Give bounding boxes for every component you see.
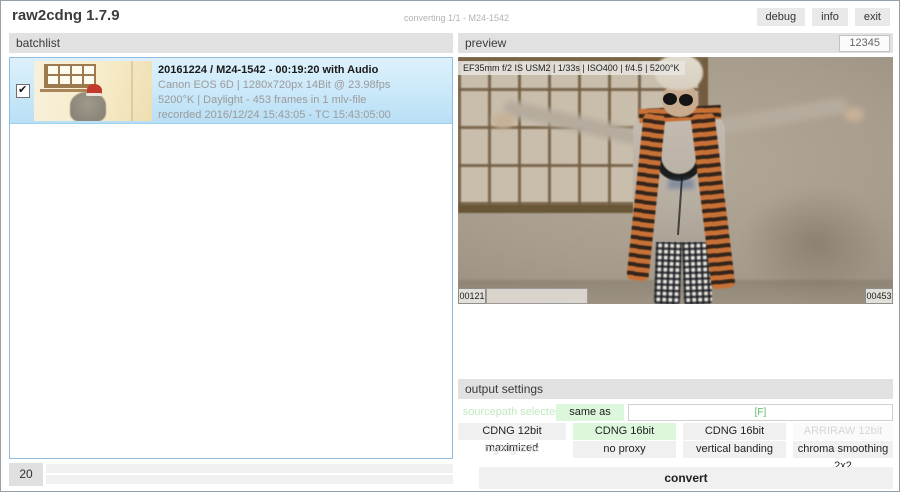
converting-status: converting 1/1 - M24-1542 xyxy=(404,13,509,23)
preview-header: preview xyxy=(458,33,893,53)
chroma-smoothing-button[interactable]: chroma smoothing 2x2 xyxy=(793,441,893,458)
batch-item-text: 20161224 / M24-1542 - 00:19:20 with Audi… xyxy=(158,63,391,123)
exit-button[interactable]: exit xyxy=(855,8,890,26)
photo-right-hand xyxy=(844,107,864,122)
thumb-wall-corner xyxy=(131,61,133,121)
photo-wall-shadow xyxy=(743,187,888,297)
batch-item-title: 20161224 / M24-1542 - 00:19:20 with Audi… xyxy=(158,63,391,78)
titlebar-buttons: debug info exit xyxy=(757,8,890,26)
proxy-button[interactable]: no proxy xyxy=(573,441,676,458)
photo-left-hand xyxy=(492,113,514,129)
current-frame-label: 00121 xyxy=(458,288,486,304)
thumb-shoji-window xyxy=(44,64,96,88)
batch-item-camera-info: Canon EOS 6D | 1280x720px 14Bit @ 23.98f… xyxy=(158,78,391,93)
debug-button[interactable]: debug xyxy=(757,8,806,26)
photo-sunglasses-left-lens xyxy=(663,93,677,105)
batch-item-checkbox[interactable] xyxy=(16,84,30,98)
format-cdng12max-button[interactable]: CDNG 12bit maximized xyxy=(458,423,566,440)
convert-button[interactable]: convert xyxy=(479,467,893,489)
format-cdng16-button[interactable]: CDNG 16bit xyxy=(573,423,676,440)
exif-overlay: EF35mm f/2 IS USM2 | 1/33s | ISO400 | f/… xyxy=(458,61,685,75)
app-window: raw2cdng 1.7.9 converting 1/1 - M24-1542… xyxy=(0,0,900,492)
sourcepath-status-label: sourcepath selected xyxy=(458,404,566,421)
batchlist-header: batchlist xyxy=(9,33,453,53)
app-title: raw2cdng 1.7.9 xyxy=(12,7,120,24)
filename-pattern-input[interactable] xyxy=(628,404,893,421)
vertical-banding-button[interactable]: vertical banding xyxy=(683,441,786,458)
frame-scrubber[interactable]: 00121 00453 xyxy=(458,288,893,304)
batch-item[interactable]: 20161224 / M24-1542 - 00:19:20 with Audi… xyxy=(10,58,452,124)
output-settings-header: output settings xyxy=(458,379,893,399)
highlight-fix-button: highlight fix xyxy=(458,441,566,458)
photo-sunglasses-right-lens xyxy=(679,94,693,106)
scrubber-fill[interactable] xyxy=(486,288,588,304)
format-cdng16max-button[interactable]: CDNG 16bit maximized xyxy=(683,423,786,440)
batch-item-thumbnail xyxy=(34,61,152,121)
thumb-santa-hat-trim xyxy=(86,93,102,96)
thumb-person xyxy=(70,92,106,121)
preview-image: EF35mm f/2 IS USM2 | 1/33s | ISO400 | f/… xyxy=(458,57,893,304)
same-as-source-button[interactable]: same as source xyxy=(556,404,624,421)
total-progress-bar xyxy=(46,475,453,484)
info-button[interactable]: info xyxy=(812,8,848,26)
batch-item-wb-info: 5200°K | Daylight - 453 frames in 1 mlv-… xyxy=(158,93,391,108)
file-progress-bar xyxy=(46,464,453,473)
batch-count-button[interactable]: 20 xyxy=(9,463,43,486)
frame-indicator: 12345 xyxy=(839,35,890,52)
total-frames-label: 00453 xyxy=(865,288,893,304)
batchlist-panel: 20161224 / M24-1542 - 00:19:20 with Audi… xyxy=(9,57,453,459)
photo-right-arm xyxy=(704,97,850,138)
format-arriraw-button: ARRIRAW 12bit xyxy=(793,423,893,440)
batch-item-recorded-info: recorded 2016/12/24 15:43:05 - TC 15:43:… xyxy=(158,108,391,123)
